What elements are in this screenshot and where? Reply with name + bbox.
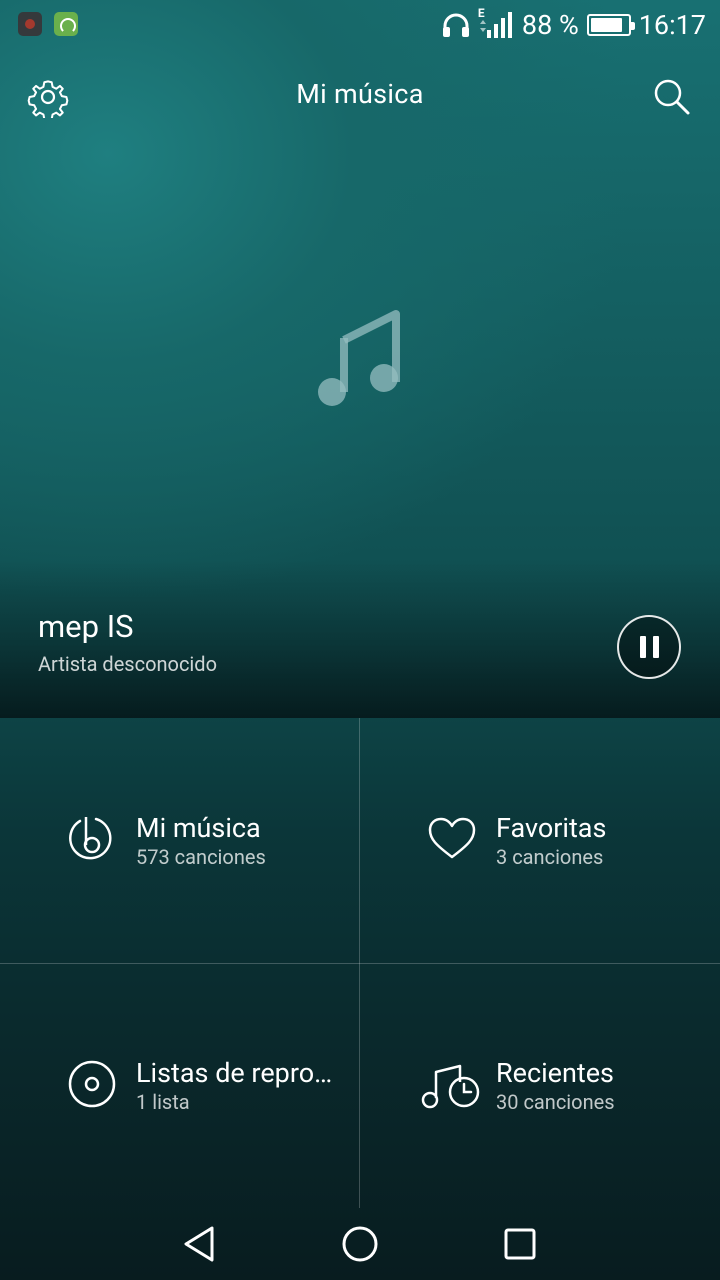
tile-my-music[interactable]: Mi música 573 canciones bbox=[0, 718, 360, 963]
search-button[interactable] bbox=[642, 67, 702, 127]
battery-icon bbox=[586, 14, 635, 36]
app-notification-icon bbox=[18, 12, 42, 36]
tile-subtitle: 573 canciones bbox=[136, 845, 266, 869]
grid-divider-horizontal bbox=[0, 963, 720, 964]
status-bar: E 88 % 16:17 bbox=[0, 0, 720, 50]
tile-text: Listas de repro… 1 lista bbox=[136, 1058, 346, 1114]
system-nav-bar bbox=[0, 1208, 720, 1280]
album-art-placeholder bbox=[300, 300, 420, 420]
recent-music-icon bbox=[421, 1064, 480, 1109]
tile-title: Recientes bbox=[496, 1058, 614, 1088]
tile-text: Mi música 573 canciones bbox=[136, 813, 346, 869]
battery-level-fill bbox=[590, 18, 623, 32]
category-grid: Mi música 573 canciones Favoritas 3 canc… bbox=[0, 718, 720, 1208]
tile-text: Recientes 30 canciones bbox=[496, 1058, 706, 1114]
home-button[interactable] bbox=[338, 1224, 382, 1264]
music-app-screen: E 88 % 16:17 Mi música mep IS Artista de… bbox=[0, 0, 720, 1280]
tile-recent[interactable]: Recientes 30 canciones bbox=[360, 963, 720, 1208]
signal-icon: E bbox=[478, 6, 514, 40]
tile-favorites[interactable]: Favoritas 3 canciones bbox=[360, 718, 720, 963]
home-icon bbox=[342, 1226, 378, 1262]
tile-subtitle: 1 lista bbox=[136, 1090, 190, 1114]
tile-subtitle: 30 canciones bbox=[496, 1090, 615, 1114]
music-note-icon bbox=[318, 310, 400, 406]
search-icon bbox=[654, 79, 690, 115]
back-icon bbox=[184, 1226, 214, 1262]
battery-percent: 88 % bbox=[521, 9, 579, 41]
back-button[interactable] bbox=[178, 1224, 222, 1264]
headset-app-icon bbox=[54, 12, 78, 36]
now-playing-bar[interactable]: mep IS Artista desconocido bbox=[0, 560, 720, 718]
heart-icon bbox=[428, 817, 476, 859]
tile-title: Mi música bbox=[136, 813, 261, 843]
music-library-icon bbox=[69, 817, 112, 860]
app-header: Mi música bbox=[0, 58, 720, 136]
recent-apps-button[interactable] bbox=[498, 1224, 542, 1264]
track-title: mep IS bbox=[38, 608, 134, 645]
page-title: Mi música bbox=[296, 78, 424, 110]
tile-title: Favoritas bbox=[496, 813, 607, 843]
tile-subtitle: 3 canciones bbox=[496, 845, 604, 869]
tile-title: Listas de repro… bbox=[136, 1058, 333, 1088]
pause-button[interactable] bbox=[617, 615, 681, 679]
pause-icon-bar-left bbox=[639, 636, 646, 658]
pause-icon-bar-right bbox=[652, 636, 659, 658]
track-artist: Artista desconocido bbox=[38, 652, 217, 676]
tile-playlists[interactable]: Listas de repro… 1 lista bbox=[0, 963, 360, 1208]
tile-text: Favoritas 3 canciones bbox=[496, 813, 706, 869]
disc-icon bbox=[68, 1060, 116, 1108]
headphones-icon bbox=[442, 13, 469, 37]
clock: 16:17 bbox=[638, 9, 706, 41]
recent-apps-icon bbox=[504, 1228, 536, 1260]
status-right: E 88 % 16:17 bbox=[442, 6, 706, 44]
